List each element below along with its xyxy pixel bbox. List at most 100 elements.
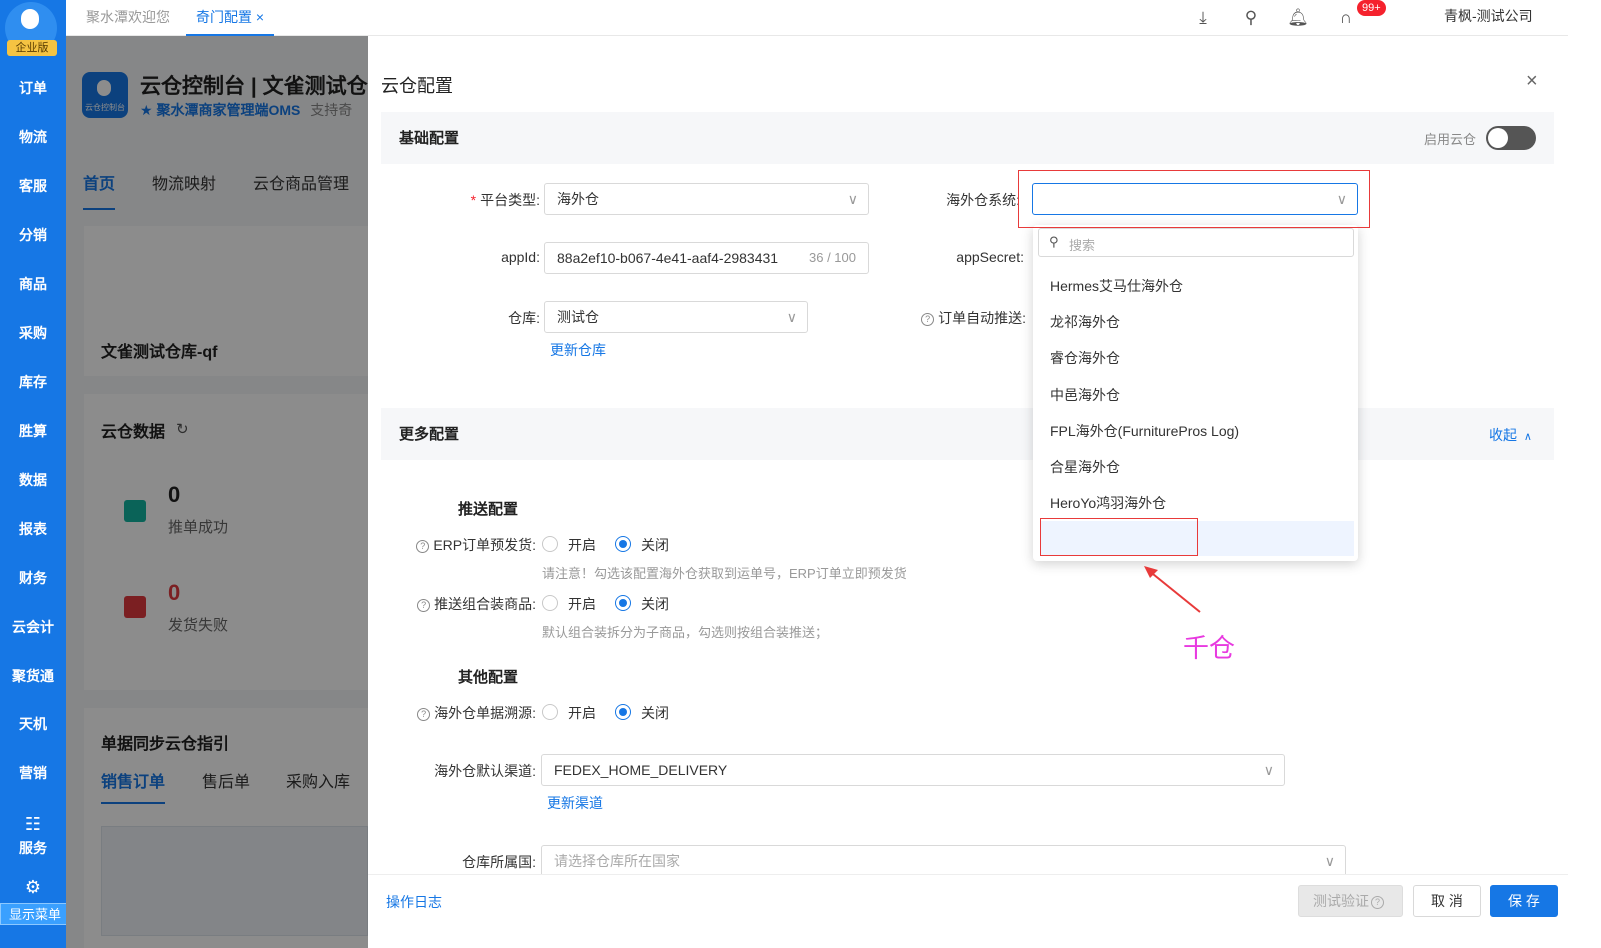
test-verify-button[interactable]: 测试验证? (1298, 885, 1403, 917)
update-channel-link[interactable]: 更新渠道 (547, 793, 603, 813)
search-icon[interactable]: ⚲ (1239, 6, 1263, 30)
nav-item-reports[interactable]: 报表 (0, 519, 66, 539)
nav-item-goods[interactable]: 商品 (0, 274, 66, 294)
trace-label-text: 海外仓单据溯源 (434, 705, 533, 721)
combo-push-open-radio[interactable] (542, 595, 558, 611)
chevron-down-icon: ∨ (1324, 853, 1335, 869)
trace-close-radio[interactable] (615, 704, 631, 720)
combo-push-open-label[interactable]: 开启 (568, 594, 596, 614)
platform-type-select[interactable]: 海外仓 ∨ (544, 183, 869, 215)
edition-badge: 企业版 (7, 40, 57, 56)
more-config-header: 更多配置 收起 ∧ (381, 408, 1554, 460)
auto-push-label: ? 订单自动推送: (908, 308, 1026, 328)
nav-item-services[interactable]: 服务 (0, 838, 66, 858)
nav-item-tianji[interactable]: 天机 (0, 714, 66, 734)
default-channel-select[interactable]: FEDEX_HOME_DELIVERY ∨ (541, 754, 1285, 786)
erp-presend-open-label[interactable]: 开启 (568, 535, 596, 555)
apps-icon[interactable]: ☷ (0, 814, 66, 835)
dropdown-option[interactable]: Hermes艾马仕海外仓 (1050, 276, 1183, 296)
appid-label-text: appId (501, 249, 537, 265)
combo-push-close-radio[interactable] (615, 595, 631, 611)
erp-presend-label: ? ERP订单预发货: (398, 535, 536, 555)
cloud-config-drawer: 云仓配置 × 基础配置 启用云仓 * 平台类型: 海外仓 ∨ appId: 88a… (368, 36, 1568, 948)
country-select[interactable]: 请选择仓库所在国家 ∨ (541, 845, 1346, 877)
chevron-down-icon: ∨ (786, 309, 797, 325)
right-edge (1568, 0, 1601, 948)
collapse-text: 收起 (1489, 427, 1517, 443)
nav-item-finance[interactable]: 财务 (0, 568, 66, 588)
dropdown-option[interactable]: 中邑海外仓 (1050, 385, 1120, 405)
combo-push-hint: 默认组合装拆分为子商品，勾选则按组合装推送； (542, 625, 829, 640)
nav-item-data[interactable]: 数据 (0, 470, 66, 490)
push-config-title: 推送配置 (458, 501, 519, 518)
headset-icon[interactable]: ∩ (1334, 6, 1358, 30)
nav-item-juhuotong[interactable]: 聚货通 (0, 666, 66, 686)
chevron-up-icon: ∧ (1523, 431, 1532, 443)
tab-qimen-config-label: 奇门配置 (196, 9, 252, 25)
dropdown-option[interactable]: FPL海外仓(FurniturePros Log) (1050, 421, 1239, 441)
country-label-text: 仓库所属国 (462, 854, 533, 870)
question-icon: ? (1371, 896, 1384, 909)
enable-cloud-toggle[interactable] (1486, 126, 1536, 150)
left-nav: 企业版 订单 物流 客服 分销 商品 采购 库存 胜算 数据 报表 财务 云会计… (0, 0, 70, 948)
basic-config-header: 基础配置 启用云仓 (381, 112, 1554, 164)
nav-item-cloud-accounting[interactable]: 云会计 (0, 617, 66, 637)
nav-item-purchase[interactable]: 采购 (0, 323, 66, 343)
settings-icon[interactable]: ⚙ (0, 877, 66, 898)
close-icon[interactable]: × (1526, 70, 1538, 93)
dropdown-option[interactable]: HeroYo鸿羽海外仓 (1050, 493, 1166, 513)
update-warehouse-link[interactable]: 更新仓库 (550, 340, 606, 360)
erp-presend-close-radio[interactable] (615, 536, 631, 552)
nav-item-logistics[interactable]: 物流 (0, 127, 66, 147)
download-icon[interactable]: ⤓ (1191, 6, 1215, 30)
chevron-down-icon: ∨ (1263, 762, 1274, 778)
show-menu-button[interactable]: 显示菜单 (0, 903, 70, 925)
annotation-label: 千仓 (1183, 633, 1236, 663)
save-button[interactable]: 保 存 (1490, 885, 1558, 917)
overseas-system-dropdown: ⚲ 搜索 Hermes艾马仕海外仓 龙祁海外仓 睿仓海外仓 中邑海外仓 FPL海… (1033, 225, 1358, 561)
combo-push-close-label[interactable]: 关闭 (641, 594, 669, 614)
erp-presend-close-label[interactable]: 关闭 (641, 535, 669, 555)
chevron-down-icon: ∨ (847, 191, 858, 207)
dropdown-option[interactable]: 睿仓海外仓 (1050, 348, 1120, 368)
nav-item-service[interactable]: 客服 (0, 176, 66, 196)
dropdown-option[interactable]: 龙祁海外仓 (1050, 312, 1120, 332)
trace-open-label[interactable]: 开启 (568, 703, 596, 723)
question-icon: ? (921, 313, 935, 326)
default-channel-label: 海外仓默认渠道: (434, 763, 536, 779)
overlay-mask[interactable] (66, 36, 368, 948)
search-placeholder: 搜索 (1069, 238, 1096, 253)
nav-item-distribution[interactable]: 分销 (0, 225, 66, 245)
nav-item-shengsuan[interactable]: 胜算 (0, 421, 66, 441)
other-config-title: 其他配置 (458, 669, 519, 686)
nav-item-marketing[interactable]: 营销 (0, 763, 66, 783)
bell-icon[interactable]: 🔔︎ (1286, 6, 1310, 30)
nav-item-inventory[interactable]: 库存 (0, 372, 66, 392)
collapse-link[interactable]: 收起 ∧ (1489, 425, 1532, 445)
trace-close-label[interactable]: 关闭 (641, 703, 669, 723)
overseas-system-label: 海外仓系统: (946, 192, 1020, 208)
combo-push-label-text: 推送组合装商品 (434, 596, 533, 612)
trace-open-radio[interactable] (542, 704, 558, 720)
appid-count: 36 / 100 (809, 250, 856, 265)
erp-presend-open-radio[interactable] (542, 536, 558, 552)
more-config-title: 更多配置 (399, 426, 460, 443)
cancel-button[interactable]: 取 消 (1413, 885, 1481, 917)
tab-close-icon[interactable]: × (256, 9, 264, 25)
app-logo[interactable]: 企业版 (5, 2, 57, 56)
combo-push-label: ? 推送组合装商品: (398, 594, 536, 614)
tab-welcome[interactable]: 聚水潭欢迎您 (76, 0, 180, 36)
operation-log-link[interactable]: 操作日志 (386, 892, 442, 912)
nav-item-orders[interactable]: 订单 (0, 78, 66, 98)
platform-type-value: 海外仓 (557, 191, 599, 207)
warehouse-select[interactable]: 测试仓 ∨ (544, 301, 808, 333)
question-icon: ? (417, 599, 431, 612)
appid-input[interactable]: 88a2ef10-b067-4e41-aaf4-2983431 36 / 100 (544, 242, 869, 274)
dropdown-option[interactable]: 合星海外仓 (1050, 457, 1120, 477)
warehouse-label: 仓库: (508, 310, 540, 326)
test-verify-label: 测试验证 (1313, 893, 1369, 909)
dropdown-search-input[interactable]: ⚲ 搜索 (1038, 228, 1354, 257)
appid-value: 88a2ef10-b067-4e41-aaf4-2983431 (557, 250, 779, 266)
annotation-arrow-icon (1144, 566, 1201, 613)
tab-qimen-config[interactable]: 奇门配置 × (186, 0, 275, 36)
